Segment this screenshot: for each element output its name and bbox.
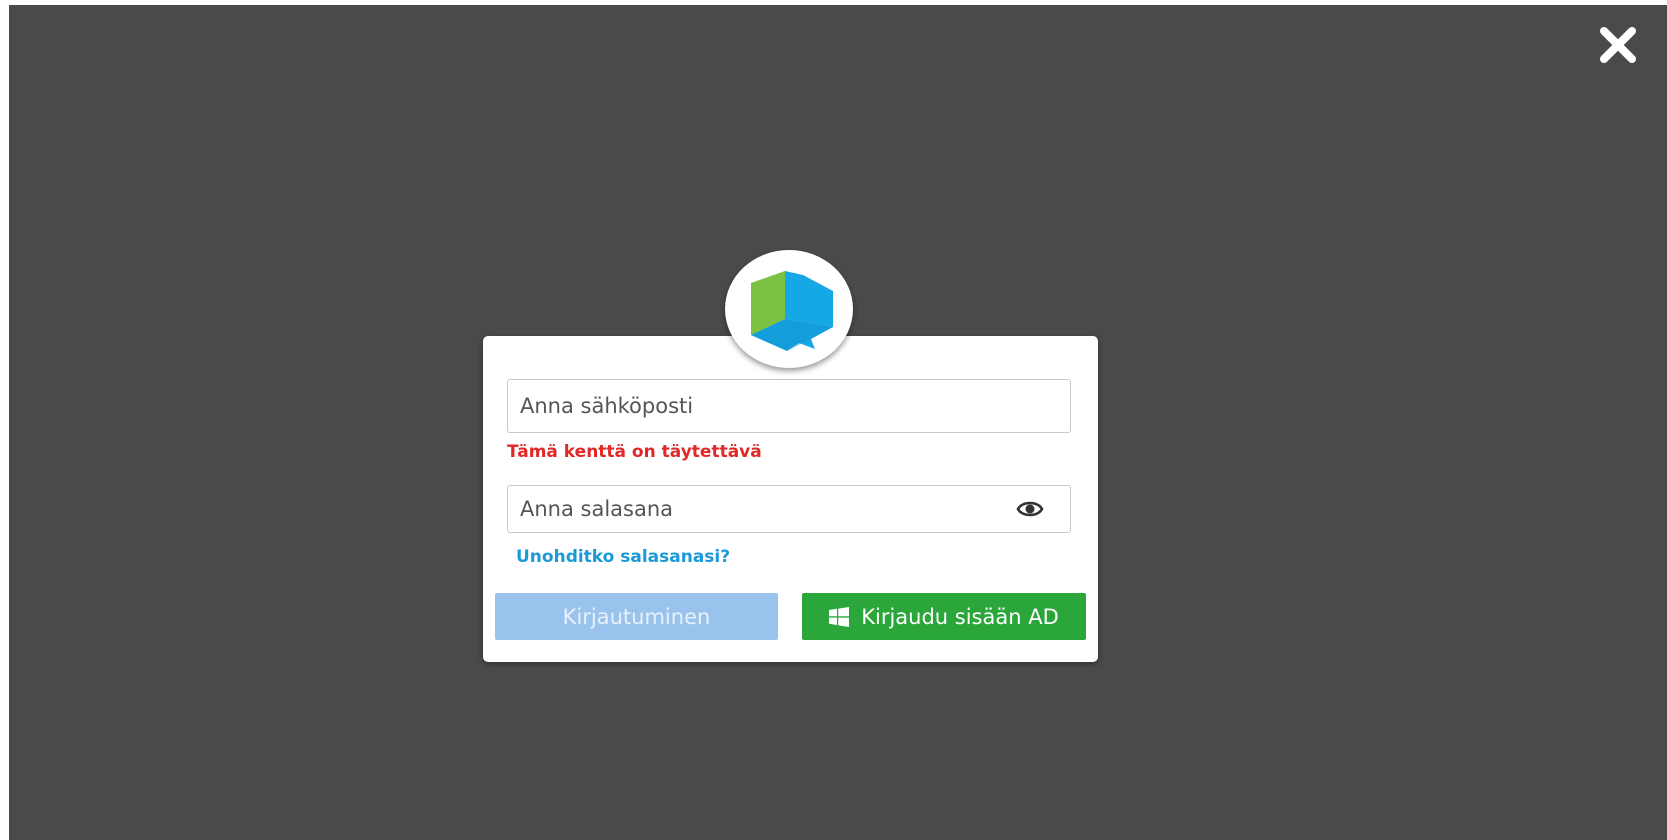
app-logo xyxy=(725,250,853,368)
close-button[interactable] xyxy=(1597,24,1639,66)
cube-logo-icon xyxy=(751,271,833,351)
ad-login-button-label: Kirjaudu sisään AD xyxy=(861,604,1059,629)
email-input[interactable] xyxy=(508,380,1070,432)
close-icon xyxy=(1600,27,1636,63)
login-button-label: Kirjautuminen xyxy=(562,604,711,629)
eye-icon[interactable] xyxy=(1016,498,1044,520)
forgot-password-link[interactable]: Unohditko salasanasi? xyxy=(516,547,730,567)
email-error-message: Tämä kenttä on täytettävä xyxy=(507,442,762,462)
password-input[interactable] xyxy=(508,486,1070,532)
login-button[interactable]: Kirjautuminen xyxy=(495,593,778,640)
login-card: Tämä kenttä on täytettävä Unohditko sala… xyxy=(483,336,1098,662)
password-field-container xyxy=(507,485,1071,533)
windows-icon xyxy=(829,606,850,627)
ad-login-button[interactable]: Kirjaudu sisään AD xyxy=(802,593,1086,640)
email-field-container xyxy=(507,379,1071,433)
